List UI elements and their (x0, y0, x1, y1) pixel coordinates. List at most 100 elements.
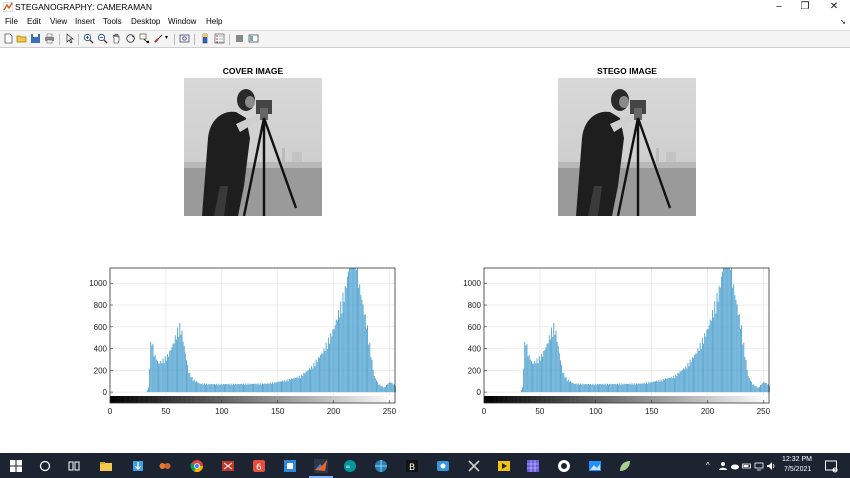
matlab-icon[interactable] (314, 459, 328, 473)
histogram-bar (522, 387, 523, 393)
histogram-bar (253, 383, 255, 393)
histogram-bar (246, 384, 248, 393)
minimize-button[interactable]: ‒ (765, 0, 793, 14)
histogram-bar (364, 314, 366, 393)
insert-colorbar-icon[interactable] (200, 33, 211, 44)
network-icon[interactable] (754, 461, 764, 471)
task-view-icon[interactable] (67, 459, 81, 473)
pointer-icon[interactable] (64, 33, 75, 44)
histogram-bar (629, 383, 631, 393)
file-explorer-icon[interactable] (99, 459, 113, 473)
show-plot-tools-icon[interactable] (248, 33, 259, 44)
menu-help[interactable]: Help (206, 17, 222, 26)
histogram-bar (660, 379, 662, 393)
y-tick-label: 0 (103, 388, 108, 397)
menu-tools[interactable]: Tools (103, 17, 122, 26)
tray-arrow-icon[interactable]: ^ (706, 461, 710, 470)
histogram-bar (370, 356, 372, 393)
histogram-bar (598, 384, 599, 393)
menu-view[interactable]: View (50, 17, 67, 26)
open-file-icon[interactable] (16, 33, 27, 44)
histogram-bar (149, 368, 151, 393)
zoom-in-icon[interactable] (83, 33, 94, 44)
histogram-bar (357, 268, 358, 393)
media-app-icon[interactable] (158, 459, 172, 473)
histogram-bar (379, 384, 381, 393)
histogram-bar (538, 356, 540, 393)
histogram-bar (171, 347, 173, 393)
histogram-bar (747, 375, 749, 393)
new-figure-icon[interactable] (3, 33, 14, 44)
app-grid-icon[interactable] (526, 459, 540, 473)
battery-icon[interactable] (742, 461, 752, 471)
histogram-bar (342, 292, 344, 393)
histogram-bar (524, 341, 526, 393)
brush-dropdown-icon[interactable]: ▾ (165, 34, 168, 41)
histogram-bar (738, 314, 740, 393)
brush-icon[interactable] (153, 33, 164, 44)
histogram-bar (170, 350, 172, 393)
app-player-icon[interactable] (497, 459, 511, 473)
histogram-bar (208, 383, 210, 393)
pan-icon[interactable] (111, 33, 122, 44)
zoom-out-icon[interactable] (97, 33, 108, 44)
clock-time[interactable]: 12:32 PM (782, 456, 812, 463)
volume-icon[interactable] (766, 461, 776, 471)
photos-icon[interactable] (588, 459, 602, 473)
rotate-3d-icon[interactable] (125, 33, 136, 44)
app-tools-icon[interactable] (467, 459, 481, 473)
restore-button[interactable]: ❐ (791, 0, 819, 14)
menu-window[interactable]: Window (168, 17, 196, 26)
menu-edit[interactable]: Edit (27, 17, 41, 26)
insert-legend-icon[interactable] (214, 33, 225, 44)
close-button[interactable]: ✕ (820, 0, 848, 14)
menu-desktop[interactable]: Desktop (131, 17, 160, 26)
histogram-bar (526, 343, 528, 393)
chrome-icon[interactable] (190, 459, 204, 473)
hide-plot-tools-icon[interactable] (234, 33, 245, 44)
x-tick-label: 50 (161, 407, 170, 416)
histogram-bar (389, 381, 391, 393)
app-camera-icon[interactable] (436, 459, 450, 473)
histogram-bar (723, 268, 725, 393)
app-globe-icon[interactable] (374, 459, 388, 473)
app-circle-icon[interactable] (557, 459, 571, 473)
search-icon[interactable] (38, 459, 52, 473)
histogram-bar (310, 369, 312, 393)
histogram-bar (634, 384, 636, 393)
histogram-bar (217, 385, 219, 393)
download-app-icon[interactable] (131, 459, 145, 473)
notifications-icon[interactable]: 3 (824, 459, 838, 473)
cloud-icon[interactable] (730, 461, 740, 471)
windows-start-icon[interactable] (9, 459, 23, 473)
histogram-bar (306, 370, 308, 393)
histogram-bar (694, 355, 696, 393)
menu-file[interactable]: File (5, 17, 18, 26)
histogram-bar (325, 342, 327, 393)
data-cursor-icon[interactable] (139, 33, 150, 44)
histogram-bar (289, 380, 291, 393)
menu-insert[interactable]: Insert (75, 17, 95, 26)
histogram-bar (351, 268, 353, 393)
histogram-bar (638, 383, 640, 393)
histogram-bar (292, 378, 294, 393)
app-music-icon[interactable]: 6 (252, 459, 266, 473)
app-blue-square-icon[interactable] (283, 459, 297, 473)
histogram-bar (374, 378, 376, 393)
app-leaf-icon[interactable] (618, 459, 632, 473)
histogram-bar (177, 327, 179, 393)
histogram-bar (622, 384, 624, 393)
print-icon[interactable] (44, 33, 55, 44)
people-icon[interactable] (718, 461, 728, 471)
dock-arrow-icon[interactable]: ➘ (840, 18, 846, 26)
histogram-bar (320, 355, 322, 393)
histogram-bar (713, 317, 715, 393)
link-plot-icon[interactable] (179, 33, 190, 44)
app-red-icon[interactable] (221, 459, 235, 473)
clock-date[interactable]: 7/5/2021 (784, 466, 811, 473)
app-b-icon[interactable]: B (405, 459, 419, 473)
histogram-bar (577, 383, 579, 393)
save-icon[interactable] (30, 33, 41, 44)
histogram-bar (560, 360, 561, 393)
arduino-icon[interactable]: ∞ (343, 459, 357, 473)
